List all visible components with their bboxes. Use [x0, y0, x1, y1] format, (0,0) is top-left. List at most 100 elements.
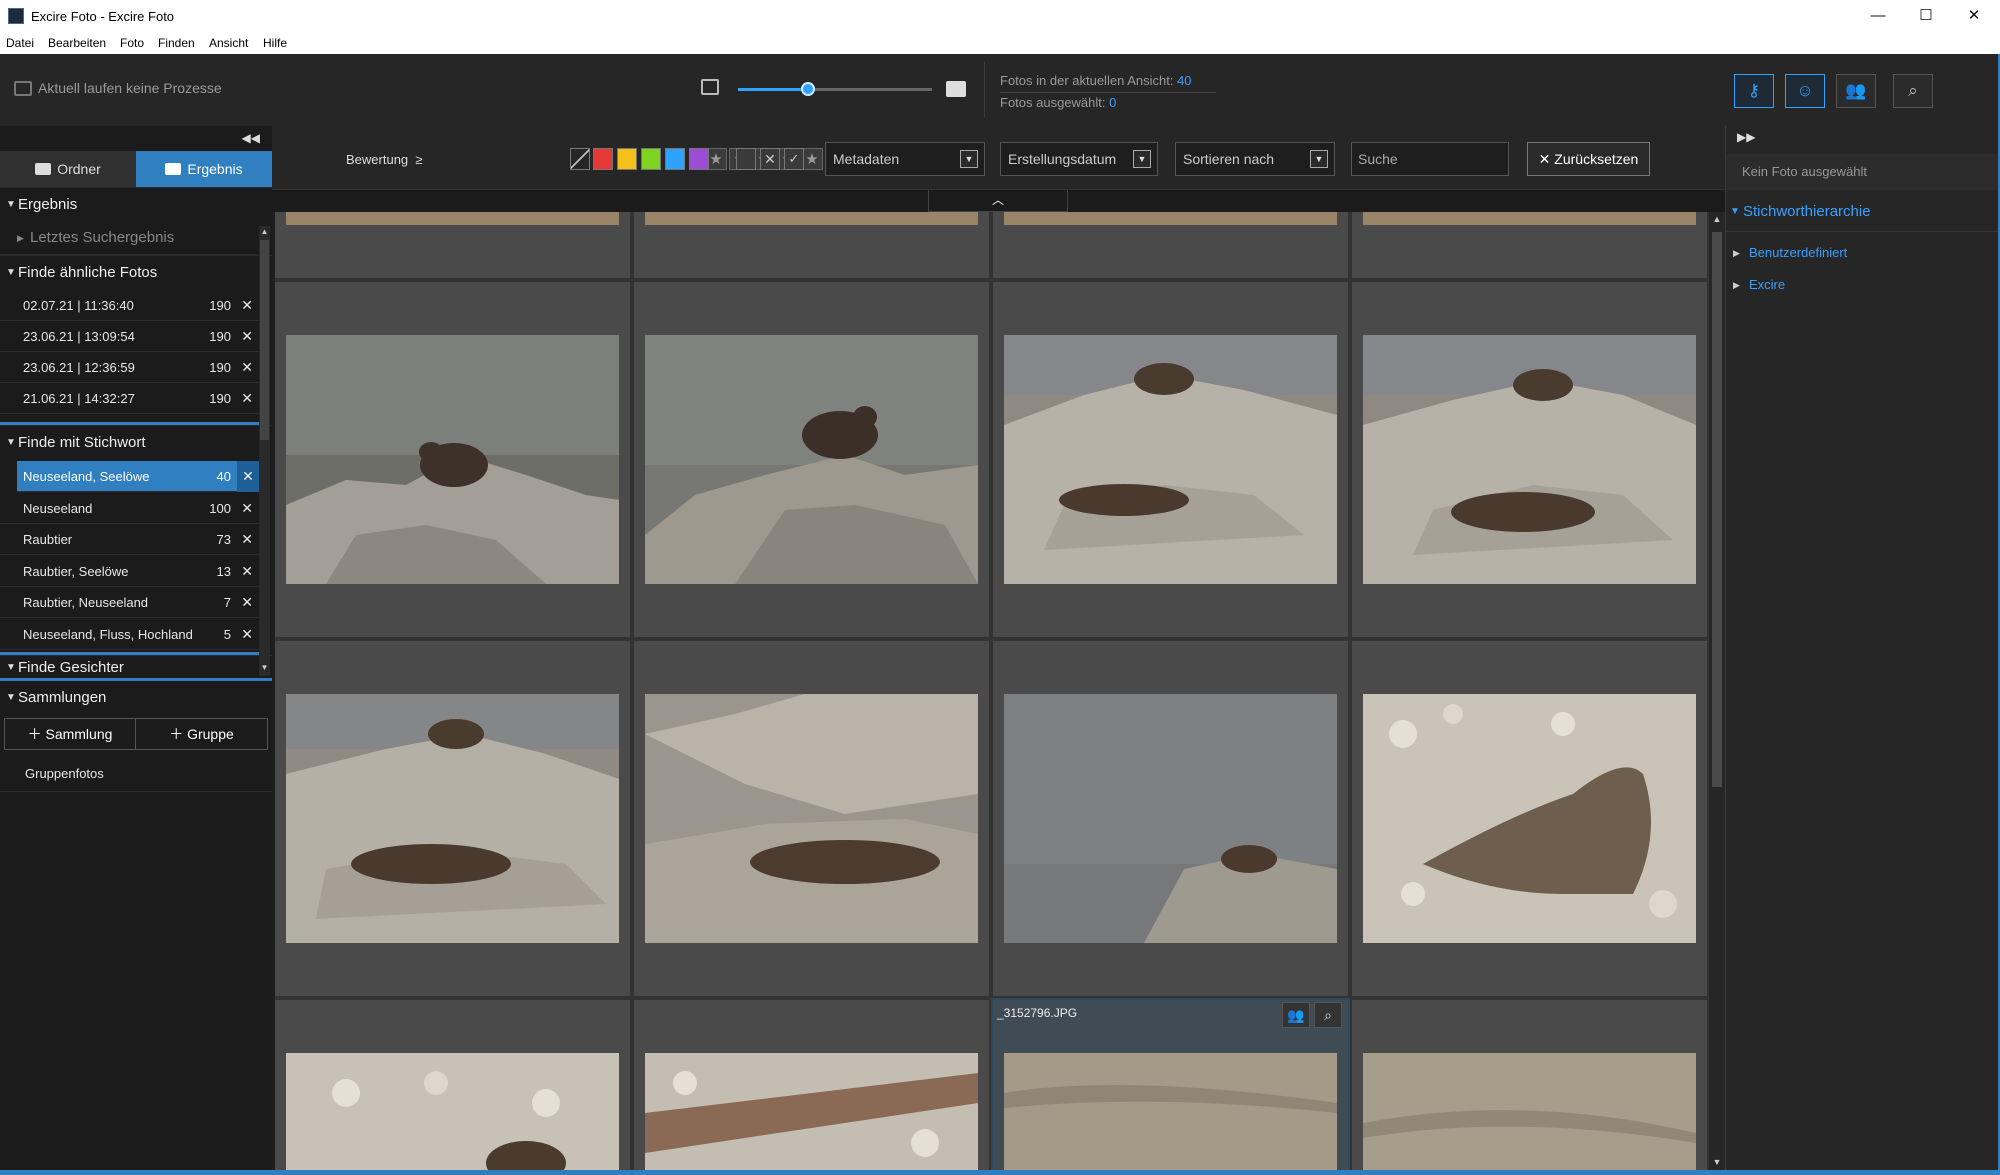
- hierarchy-item[interactable]: ▶ Benutzerdefiniert: [1725, 237, 2000, 269]
- search-input[interactable]: Suche: [1351, 142, 1509, 176]
- list-item[interactable]: Raubtier 73 ✕: [0, 524, 259, 555]
- menu-finden[interactable]: Finden: [158, 36, 195, 50]
- tab-ergebnis[interactable]: Ergebnis: [136, 151, 272, 187]
- remove-icon[interactable]: ✕: [241, 493, 253, 524]
- photo-thumbnail[interactable]: [286, 335, 619, 584]
- photo-cell[interactable]: [275, 1000, 630, 1175]
- remove-icon[interactable]: ✕: [241, 383, 253, 414]
- photo-cell[interactable]: [634, 282, 989, 637]
- section-collections[interactable]: ▼ Sammlungen: [0, 681, 272, 715]
- menu-foto[interactable]: Foto: [120, 36, 144, 50]
- photo-thumbnail[interactable]: [645, 335, 978, 584]
- scroll-down-icon[interactable]: ▼: [259, 662, 270, 674]
- list-item[interactable]: Raubtier, Neuseeland 7 ✕: [0, 587, 259, 618]
- hierarchy-item[interactable]: ▶ Excire: [1725, 269, 2000, 301]
- flag-rejected-icon[interactable]: ✕: [760, 148, 780, 170]
- section-keyword-hierarchy[interactable]: ▼ Stichworthierarchie: [1725, 192, 2000, 232]
- color-filter-green[interactable]: [641, 148, 661, 170]
- menu-ansicht[interactable]: Ansicht: [209, 36, 248, 50]
- list-item[interactable]: 23.06.21 | 13:09:54 190 ✕: [0, 321, 259, 352]
- maximize-button[interactable]: ☐: [1902, 0, 1950, 33]
- section-ergebnis[interactable]: ▼ Ergebnis: [0, 187, 272, 221]
- photo-cell-hovered[interactable]: _3152796.JPG 👥 ⌕: [991, 998, 1350, 1175]
- photo-cell[interactable]: [993, 282, 1348, 637]
- photo-cell[interactable]: [1352, 1000, 1707, 1175]
- list-item[interactable]: 23.06.21 | 12:36:59 190 ✕: [0, 352, 259, 383]
- color-filter-blue[interactable]: [665, 148, 685, 170]
- scroll-up-icon[interactable]: ▲: [1709, 214, 1725, 228]
- sort-dropdown[interactable]: Sortieren nach ▼: [1175, 142, 1335, 176]
- remove-icon[interactable]: ✕: [241, 619, 253, 650]
- reset-button[interactable]: ✕ Zurücksetzen: [1527, 142, 1650, 176]
- zoom-icon[interactable]: ⌕: [1314, 1002, 1342, 1028]
- people-icon[interactable]: 👥: [1836, 74, 1876, 108]
- color-filter-purple[interactable]: [689, 148, 709, 170]
- remove-icon[interactable]: ✕: [241, 556, 253, 587]
- color-filter-red[interactable]: [593, 148, 613, 170]
- photo-thumbnail[interactable]: [1363, 694, 1696, 943]
- photo-cell[interactable]: [275, 641, 630, 996]
- photo-cell[interactable]: [634, 1000, 989, 1175]
- photo-thumbnail[interactable]: [1004, 1053, 1337, 1175]
- section-faces[interactable]: ▼ Finde Gesichter: [0, 655, 272, 679]
- photo-thumbnail[interactable]: [286, 212, 619, 225]
- photo-thumbnail[interactable]: [1004, 212, 1337, 225]
- photo-cell[interactable]: [275, 212, 630, 278]
- add-collection-button[interactable]: ＋ Sammlung: [5, 719, 136, 749]
- key-icon[interactable]: ⚷: [1734, 74, 1774, 108]
- add-group-button[interactable]: ＋ Gruppe: [136, 719, 267, 749]
- star-icon[interactable]: ★: [801, 148, 823, 170]
- photo-thumbnail[interactable]: [286, 1053, 619, 1175]
- minimize-button[interactable]: —: [1854, 0, 1902, 33]
- remove-icon[interactable]: ✕: [237, 461, 259, 492]
- remove-icon[interactable]: ✕: [241, 352, 253, 383]
- list-item[interactable]: Neuseeland, Seelöwe 40 ✕: [17, 461, 259, 492]
- left-scrollbar[interactable]: ▲ ▼: [259, 226, 270, 676]
- menu-datei[interactable]: Datei: [6, 36, 34, 50]
- face-icon[interactable]: ☺: [1785, 74, 1825, 108]
- flag-picked-icon[interactable]: ✓: [784, 148, 804, 170]
- remove-icon[interactable]: ✕: [241, 587, 253, 618]
- photo-thumbnail[interactable]: [286, 694, 619, 943]
- collection-item[interactable]: Gruppenfotos: [0, 756, 272, 792]
- section-keyword[interactable]: ▼ Finde mit Stichwort: [0, 425, 272, 459]
- list-item[interactable]: 21.06.21 | 14:32:27 190 ✕: [0, 383, 259, 414]
- photo-thumbnail[interactable]: [645, 694, 978, 943]
- remove-icon[interactable]: ✕: [241, 524, 253, 555]
- metadata-dropdown[interactable]: Metadaten ▼: [825, 142, 985, 176]
- remove-icon[interactable]: ✕: [241, 290, 253, 321]
- thumbnail-small-icon[interactable]: [701, 79, 719, 95]
- close-button[interactable]: ✕: [1950, 0, 1998, 33]
- scroll-thumb[interactable]: [1712, 232, 1722, 787]
- people-icon[interactable]: 👥: [1282, 1002, 1310, 1028]
- photo-cell[interactable]: [1352, 641, 1707, 996]
- thumbnail-large-icon[interactable]: [946, 81, 966, 97]
- thumbnail-size-slider[interactable]: [738, 82, 932, 96]
- search-icon[interactable]: ⌕: [1893, 74, 1933, 108]
- scroll-thumb[interactable]: [260, 240, 269, 440]
- collapse-left-button[interactable]: ◀◀: [0, 126, 272, 151]
- list-item[interactable]: 02.07.21 | 11:36:40 190 ✕: [0, 290, 259, 321]
- remove-icon[interactable]: ✕: [241, 321, 253, 352]
- menu-hilfe[interactable]: Hilfe: [263, 36, 287, 50]
- photo-cell[interactable]: [1352, 282, 1707, 637]
- photo-thumbnail[interactable]: [645, 1053, 978, 1175]
- photo-cell[interactable]: [1352, 212, 1707, 278]
- section-similar[interactable]: ▼ Finde ähnliche Fotos: [0, 255, 272, 289]
- no-color-filter[interactable]: [570, 148, 590, 170]
- date-dropdown[interactable]: Erstellungsdatum ▼: [1000, 142, 1158, 176]
- scroll-down-icon[interactable]: ▼: [1709, 1157, 1725, 1171]
- photo-cell[interactable]: [993, 212, 1348, 278]
- list-item[interactable]: Neuseeland 100 ✕: [0, 493, 259, 524]
- slider-handle[interactable]: [800, 82, 815, 96]
- photo-thumbnail[interactable]: [1363, 1053, 1696, 1175]
- photo-thumbnail[interactable]: [1004, 335, 1337, 584]
- tab-ordner[interactable]: Ordner: [0, 151, 136, 187]
- scroll-up-icon[interactable]: ▲: [259, 226, 270, 238]
- photo-thumbnail[interactable]: [645, 212, 978, 225]
- photo-cell[interactable]: [275, 282, 630, 637]
- list-item[interactable]: Raubtier, Seelöwe 13 ✕: [0, 556, 259, 587]
- photo-cell[interactable]: [634, 641, 989, 996]
- photo-thumbnail[interactable]: [1363, 212, 1696, 225]
- collapse-filter-button[interactable]: ︿: [928, 190, 1068, 212]
